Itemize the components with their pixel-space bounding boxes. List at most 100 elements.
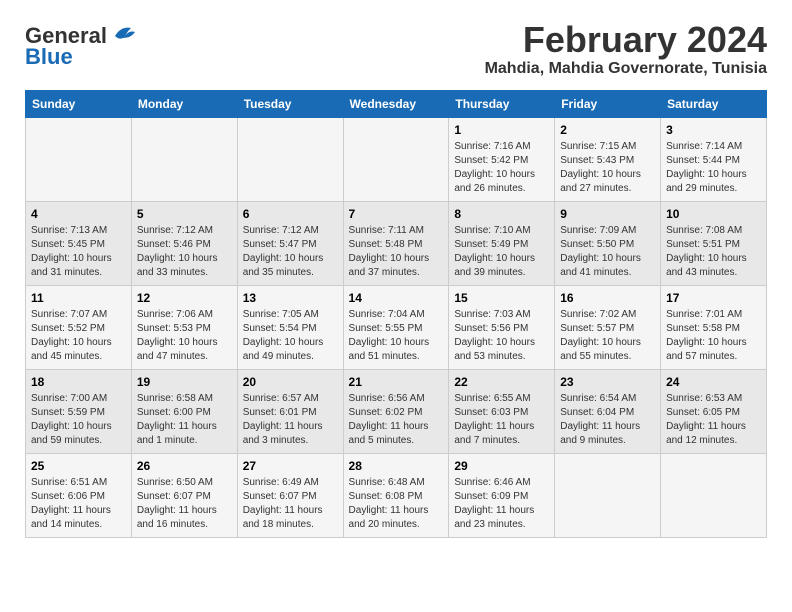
day-info: Sunrise: 7:13 AM Sunset: 5:45 PM Dayligh… [31,224,126,280]
calendar-week-row: 1 Sunrise: 7:16 AM Sunset: 5:42 PM Daylig… [26,117,767,201]
calendar-header-monday: Monday [131,90,237,117]
calendar-cell: 2 Sunrise: 7:15 AM Sunset: 5:43 PM Daylig… [555,117,661,201]
calendar-week-row: 18 Sunrise: 7:00 AM Sunset: 5:59 PM Dayli… [26,369,767,453]
day-info: Sunrise: 6:48 AM Sunset: 6:08 PM Dayligh… [349,476,444,532]
calendar-cell: 26 Sunrise: 6:50 AM Sunset: 6:07 PM Dayli… [131,453,237,537]
day-info: Sunrise: 7:12 AM Sunset: 5:46 PM Dayligh… [137,224,232,280]
calendar-cell: 22 Sunrise: 6:55 AM Sunset: 6:03 PM Dayli… [449,369,555,453]
calendar-body: 1 Sunrise: 7:16 AM Sunset: 5:42 PM Daylig… [26,117,767,537]
calendar-week-row: 4Sunrise: 7:13 AM Sunset: 5:45 PM Daylig… [26,201,767,285]
day-number: 20 [243,375,338,389]
day-number: 8 [454,207,549,221]
day-info: Sunrise: 6:46 AM Sunset: 6:09 PM Dayligh… [454,476,549,532]
calendar-cell: 15 Sunrise: 7:03 AM Sunset: 5:56 PM Dayli… [449,285,555,369]
day-info: Sunrise: 7:12 AM Sunset: 5:47 PM Dayligh… [243,224,338,280]
day-info: Sunrise: 6:54 AM Sunset: 6:04 PM Dayligh… [560,392,655,448]
title-block: February 2024 Mahdia, Mahdia Governorate… [485,20,767,78]
day-info: Sunrise: 7:07 AM Sunset: 5:52 PM Dayligh… [31,308,126,364]
calendar-cell: 3Sunrise: 7:14 AM Sunset: 5:44 PM Daylig… [661,117,767,201]
day-number: 14 [349,291,444,305]
day-number: 16 [560,291,655,305]
day-number: 27 [243,459,338,473]
day-info: Sunrise: 7:00 AM Sunset: 5:59 PM Dayligh… [31,392,126,448]
calendar-cell: 9 Sunrise: 7:09 AM Sunset: 5:50 PM Daylig… [555,201,661,285]
day-number: 18 [31,375,126,389]
calendar-header-saturday: Saturday [661,90,767,117]
day-info: Sunrise: 7:04 AM Sunset: 5:55 PM Dayligh… [349,308,444,364]
day-info: Sunrise: 7:06 AM Sunset: 5:53 PM Dayligh… [137,308,232,364]
day-number: 15 [454,291,549,305]
day-info: Sunrise: 6:53 AM Sunset: 6:05 PM Dayligh… [666,392,761,448]
calendar-header-tuesday: Tuesday [237,90,343,117]
day-info: Sunrise: 6:56 AM Sunset: 6:02 PM Dayligh… [349,392,444,448]
day-number: 19 [137,375,232,389]
page-title: February 2024 [485,20,767,60]
day-number: 1 [454,123,549,137]
calendar-cell: 4Sunrise: 7:13 AM Sunset: 5:45 PM Daylig… [26,201,132,285]
day-info: Sunrise: 7:08 AM Sunset: 5:51 PM Dayligh… [666,224,761,280]
day-info: Sunrise: 6:55 AM Sunset: 6:03 PM Dayligh… [454,392,549,448]
day-info: Sunrise: 7:15 AM Sunset: 5:43 PM Dayligh… [560,140,655,196]
day-info: Sunrise: 7:03 AM Sunset: 5:56 PM Dayligh… [454,308,549,364]
calendar-cell [661,453,767,537]
calendar-cell [131,117,237,201]
day-number: 29 [454,459,549,473]
day-info: Sunrise: 7:09 AM Sunset: 5:50 PM Dayligh… [560,224,655,280]
calendar-cell: 17Sunrise: 7:01 AM Sunset: 5:58 PM Dayli… [661,285,767,369]
day-number: 12 [137,291,232,305]
day-number: 10 [666,207,761,221]
calendar-cell: 18 Sunrise: 7:00 AM Sunset: 5:59 PM Dayli… [26,369,132,453]
day-number: 7 [349,207,444,221]
page-subtitle: Mahdia, Mahdia Governorate, Tunisia [485,60,767,78]
day-info: Sunrise: 7:05 AM Sunset: 5:54 PM Dayligh… [243,308,338,364]
page-header: General Blue February 2024 Mahdia, Mahdi… [25,20,767,78]
day-info: Sunrise: 6:57 AM Sunset: 6:01 PM Dayligh… [243,392,338,448]
calendar-cell: 5 Sunrise: 7:12 AM Sunset: 5:46 PM Daylig… [131,201,237,285]
calendar-week-row: 11 Sunrise: 7:07 AM Sunset: 5:52 PM Dayli… [26,285,767,369]
calendar-header-friday: Friday [555,90,661,117]
calendar-table: SundayMondayTuesdayWednesdayThursdayFrid… [25,90,767,538]
calendar-header-row: SundayMondayTuesdayWednesdayThursdayFrid… [26,90,767,117]
day-number: 9 [560,207,655,221]
day-number: 23 [560,375,655,389]
calendar-cell: 1 Sunrise: 7:16 AM Sunset: 5:42 PM Daylig… [449,117,555,201]
day-info: Sunrise: 7:02 AM Sunset: 5:57 PM Dayligh… [560,308,655,364]
day-number: 2 [560,123,655,137]
day-number: 11 [31,291,126,305]
day-info: Sunrise: 6:49 AM Sunset: 6:07 PM Dayligh… [243,476,338,532]
logo-line2: Blue [25,44,73,69]
day-info: Sunrise: 7:16 AM Sunset: 5:42 PM Dayligh… [454,140,549,196]
logo: General Blue [25,24,139,69]
calendar-cell [237,117,343,201]
day-number: 28 [349,459,444,473]
calendar-cell: 16 Sunrise: 7:02 AM Sunset: 5:57 PM Dayli… [555,285,661,369]
calendar-cell [26,117,132,201]
calendar-header-wednesday: Wednesday [343,90,449,117]
calendar-cell: 6 Sunrise: 7:12 AM Sunset: 5:47 PM Daylig… [237,201,343,285]
day-number: 5 [137,207,232,221]
calendar-week-row: 25 Sunrise: 6:51 AM Sunset: 6:06 PM Dayli… [26,453,767,537]
calendar-cell: 20 Sunrise: 6:57 AM Sunset: 6:01 PM Dayli… [237,369,343,453]
calendar-cell: 12 Sunrise: 7:06 AM Sunset: 5:53 PM Dayli… [131,285,237,369]
day-number: 6 [243,207,338,221]
day-number: 24 [666,375,761,389]
day-info: Sunrise: 7:11 AM Sunset: 5:48 PM Dayligh… [349,224,444,280]
calendar-cell: 8Sunrise: 7:10 AM Sunset: 5:49 PM Daylig… [449,201,555,285]
day-number: 13 [243,291,338,305]
calendar-cell [343,117,449,201]
calendar-cell: 7 Sunrise: 7:11 AM Sunset: 5:48 PM Daylig… [343,201,449,285]
day-info: Sunrise: 6:51 AM Sunset: 6:06 PM Dayligh… [31,476,126,532]
calendar-cell: 28 Sunrise: 6:48 AM Sunset: 6:08 PM Dayli… [343,453,449,537]
calendar-cell: 23 Sunrise: 6:54 AM Sunset: 6:04 PM Dayli… [555,369,661,453]
calendar-cell: 29 Sunrise: 6:46 AM Sunset: 6:09 PM Dayli… [449,453,555,537]
day-number: 22 [454,375,549,389]
day-number: 25 [31,459,126,473]
day-info: Sunrise: 7:01 AM Sunset: 5:58 PM Dayligh… [666,308,761,364]
calendar-cell: 11 Sunrise: 7:07 AM Sunset: 5:52 PM Dayli… [26,285,132,369]
day-number: 26 [137,459,232,473]
calendar-header-thursday: Thursday [449,90,555,117]
calendar-cell: 13 Sunrise: 7:05 AM Sunset: 5:54 PM Dayli… [237,285,343,369]
calendar-cell: 21Sunrise: 6:56 AM Sunset: 6:02 PM Dayli… [343,369,449,453]
calendar-cell: 10 Sunrise: 7:08 AM Sunset: 5:51 PM Dayli… [661,201,767,285]
day-info: Sunrise: 6:50 AM Sunset: 6:07 PM Dayligh… [137,476,232,532]
